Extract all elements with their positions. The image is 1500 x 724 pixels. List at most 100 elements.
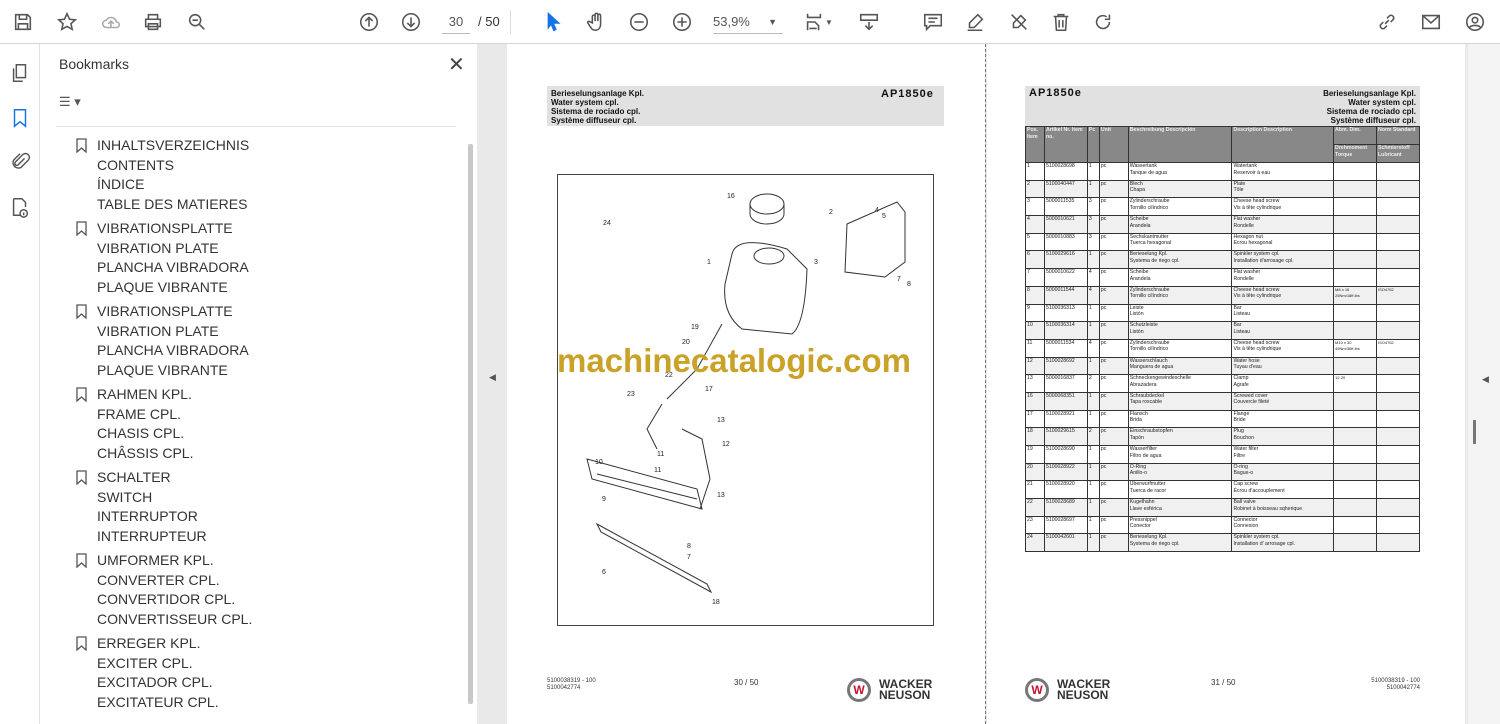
cell-text: Listón	[1129, 328, 1144, 335]
delete-icon[interactable]	[1048, 9, 1074, 35]
table-cell	[1375, 498, 1421, 517]
bookmark-icon	[76, 387, 87, 402]
cell-text: Couvercle fileté	[1233, 399, 1270, 406]
account-icon[interactable]	[1462, 9, 1488, 35]
table-cell: 3	[1086, 232, 1100, 252]
cell-text: Schraubdeckel	[1129, 392, 1165, 399]
table-row: 22 5100028689 1 pc Kugelhahn Llave esférica Ba…	[1025, 498, 1421, 517]
table-row: 11 5000011534 4 pc Zylinderschraube Tornillo …	[1025, 338, 1421, 358]
cell-text: 5000016837	[1045, 375, 1075, 382]
close-icon[interactable]: ✕	[448, 52, 465, 77]
fit-page-icon[interactable]: ▼	[800, 9, 836, 35]
sign-icon[interactable]	[1006, 9, 1032, 35]
table-cell: pc	[1098, 409, 1129, 429]
table-cell: Scheibe Arandela	[1127, 268, 1233, 287]
page-thumbnails-icon[interactable]	[9, 62, 31, 84]
hand-tool-icon[interactable]	[583, 9, 609, 35]
panel-scrollbar[interactable]	[468, 144, 473, 704]
bookmark-label: INTERRUPTEUR	[97, 527, 207, 544]
cell-text: 5100028692	[1045, 357, 1075, 364]
table-cell: Sechskantmutter Tuerca hexagonal	[1127, 232, 1233, 252]
table-cell	[1375, 427, 1421, 446]
table-cell: 5000016837	[1043, 374, 1088, 393]
bookmark-label: TABLE DES MATIERES	[97, 195, 248, 212]
page-number-input[interactable]: 30	[442, 12, 470, 34]
title-fr: Système diffuseur cpl.	[1330, 116, 1416, 125]
document-scrollbar[interactable]	[1473, 420, 1476, 444]
table-cell: Cap screw Écrou d'accouplement	[1231, 480, 1335, 500]
table-cell: 5000011544	[1043, 285, 1088, 305]
bookmark-options-button[interactable]: ☰ ▾	[59, 94, 93, 114]
col-article: Artikel Nr. Item no.	[1043, 126, 1088, 163]
cell-text: 1	[1088, 304, 1092, 311]
bookmark-icon[interactable]	[9, 107, 31, 129]
divider	[56, 126, 456, 127]
cell-text: 5100028698	[1045, 163, 1075, 169]
attachment-icon[interactable]	[9, 151, 31, 173]
table-cell: 4	[1086, 285, 1100, 305]
select-cursor-icon[interactable]	[540, 9, 566, 35]
footer-codes: 5100038319 - 100 5100042774	[1367, 678, 1420, 692]
zoom-out-icon[interactable]	[626, 9, 652, 35]
table-row: 18 5100029615 2 pc Einschraubstopfen Tapón Plu…	[1025, 427, 1421, 446]
table-cell: ISO4762	[1375, 338, 1421, 358]
bookmark-label: EXCITADOR CPL.	[97, 674, 213, 690]
cell-text: Reservoir à eau	[1233, 169, 1271, 176]
bookmark-label: RAHMEN KPL.	[97, 386, 192, 402]
redo-icon[interactable]	[1090, 9, 1116, 35]
print-icon[interactable]	[140, 9, 166, 35]
cell-text: Robinet à boisseau sqherique	[1233, 505, 1303, 512]
table-cell: 1	[1086, 498, 1100, 517]
highlight-pen-icon[interactable]	[962, 9, 988, 35]
bookmark-label: CONVERTER CPL.	[97, 571, 220, 588]
zoom-in-icon[interactable]	[669, 9, 695, 35]
cell-text: Wasserschlauch	[1129, 357, 1168, 364]
zoom-select[interactable]: 53,9% ▼	[713, 12, 783, 34]
cell-text: 1	[1088, 534, 1092, 541]
table-cell: 5000010621	[1043, 215, 1088, 234]
search-zoom-icon[interactable]	[184, 9, 210, 35]
comment-icon[interactable]	[920, 9, 946, 35]
link-icon[interactable]	[1374, 9, 1400, 35]
cell-text: O-Ring	[1129, 463, 1147, 470]
cell-text: Water filter	[1233, 446, 1259, 452]
next-page-icon[interactable]	[398, 9, 424, 35]
col-pos: Pos. Item	[1025, 126, 1045, 163]
table-cell: 5100029615	[1043, 427, 1088, 446]
table-cell: 1	[1025, 162, 1045, 181]
table-cell: pc	[1098, 162, 1129, 181]
col-norm: Norm Standard	[1375, 126, 1421, 145]
cell-text: Spinkler system cpl.	[1233, 251, 1280, 258]
bookmark-label: VIBRATIONSPLATTE	[97, 303, 233, 319]
table-cell	[1333, 533, 1377, 553]
cell-text: Watertank	[1233, 163, 1257, 169]
prev-page-icon[interactable]	[356, 9, 382, 35]
table-cell	[1333, 162, 1377, 181]
table-row: 1 5100028698 1 pc Wassertank Tanque de agua Wa…	[1025, 162, 1421, 181]
cell-text: pc	[1100, 481, 1107, 488]
title-fr: Système diffuseur cpl.	[551, 116, 637, 125]
table-cell: 1	[1086, 480, 1100, 500]
table-cell: 5000011534	[1043, 338, 1088, 358]
cell-text: Hexagon nut	[1233, 233, 1263, 240]
cell-text: Kugelhahn	[1129, 499, 1155, 506]
table-cell	[1375, 533, 1421, 553]
cloud-upload-icon[interactable]	[98, 9, 124, 35]
cell-text: Tuerca de racor	[1129, 487, 1167, 494]
table-cell	[1333, 427, 1377, 446]
cell-text: Bride	[1233, 417, 1246, 424]
star-icon[interactable]	[54, 9, 80, 35]
save-icon[interactable]	[10, 9, 36, 35]
table-cell: M8 x 16 25Nm/18ft.lbs	[1333, 285, 1377, 305]
email-icon[interactable]	[1418, 9, 1444, 35]
chevron-left-icon[interactable]: ◀	[1482, 374, 1489, 385]
table-row: 20 5100028922 1 pc O-Ring Anillo-o O-ring Bague…	[1025, 462, 1421, 482]
bookmark-label: CHÂSSIS CPL.	[97, 444, 194, 461]
table-cell: Cheese head screw Vis à tête cylindrique	[1231, 197, 1335, 217]
table-cell: Water filter Filtre	[1231, 445, 1335, 464]
cell-text: 5100028690	[1045, 446, 1075, 452]
document-properties-icon[interactable]	[9, 196, 31, 218]
scroll-mode-icon[interactable]	[856, 9, 882, 35]
table-cell: Watertank Reservoir à eau	[1231, 162, 1335, 181]
toolbar-divider	[510, 10, 511, 34]
